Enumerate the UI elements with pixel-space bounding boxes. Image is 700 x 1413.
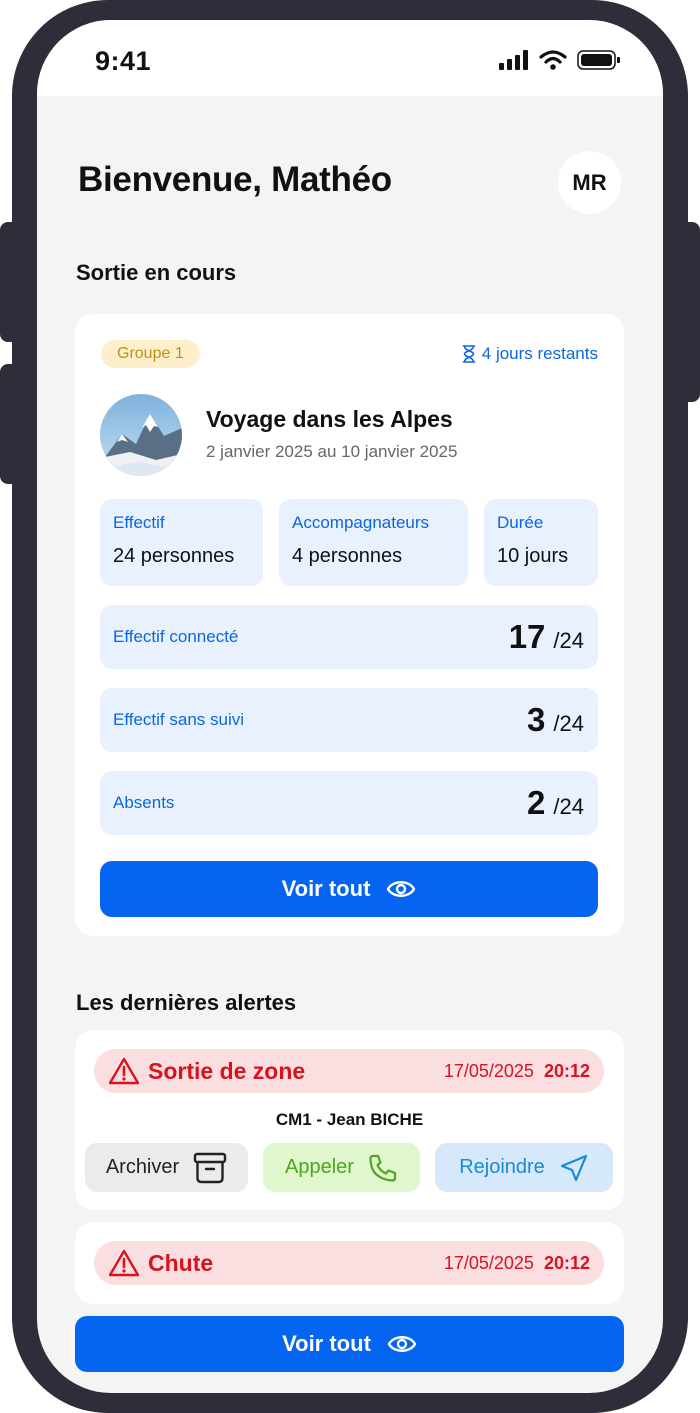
- status-icons: [499, 50, 621, 70]
- wifi-icon: [539, 50, 567, 70]
- alert-card-fall: Chute 17/05/2025 20:12: [75, 1222, 624, 1304]
- info-label: Accompagnateurs: [292, 513, 430, 532]
- alert-type: Sortie de zone: [108, 1057, 305, 1085]
- info-label: Durée: [497, 513, 544, 532]
- trip-see-all-button[interactable]: Voir tout: [100, 861, 598, 917]
- hourglass-icon: [462, 345, 476, 363]
- power-button: [676, 222, 700, 402]
- archive-icon: [193, 1152, 227, 1183]
- stat-label: Effectif sans suivi: [113, 710, 245, 729]
- info-value: 10 jours: [497, 545, 569, 567]
- status-bar: 9:41: [37, 20, 663, 96]
- alert-type-label: Chute: [148, 1249, 214, 1276]
- avatar[interactable]: MR: [558, 151, 621, 214]
- page-title: Bienvenue, Mathéo: [78, 160, 392, 199]
- stat-count: 2 /24: [527, 784, 584, 822]
- alert-time: 20:12: [543, 1060, 590, 1081]
- stat-total: /24: [553, 628, 584, 653]
- alert-person: CM1 - Jean BICHE: [275, 1110, 424, 1129]
- call-label: Appeler: [285, 1156, 354, 1178]
- stat-value: 17: [508, 618, 546, 655]
- cellular-signal-icon: [499, 50, 528, 70]
- archive-button[interactable]: Archiver: [85, 1143, 248, 1192]
- alert-time: 20:12: [543, 1252, 590, 1273]
- info-label: Effectif: [113, 513, 165, 532]
- app-screen: 9:41 Bienvenue, Mathéo MR Sortie en cour…: [37, 20, 663, 1393]
- status-time: 9:41: [95, 46, 152, 76]
- alert-type: Chute: [108, 1249, 213, 1277]
- volume-down-button: [0, 364, 24, 484]
- phone-icon: [369, 1154, 397, 1182]
- info-box-duree: Durée 10 jours: [484, 499, 598, 586]
- days-left: 4 jours restants: [462, 344, 598, 364]
- stat-value: 2: [527, 784, 546, 821]
- eye-icon: [387, 1336, 417, 1352]
- info-value: 24 personnes: [113, 545, 235, 567]
- stat-row-absent: Absents 2 /24: [100, 771, 598, 835]
- alert-banner[interactable]: Chute 17/05/2025 20:12: [94, 1241, 604, 1285]
- eye-icon: [387, 881, 416, 897]
- warning-icon: [108, 1057, 140, 1085]
- alert-timestamp: 17/05/2025 20:12: [444, 1253, 590, 1274]
- volume-up-button: [0, 222, 24, 342]
- info-value: 4 personnes: [292, 545, 403, 567]
- alerts-see-all-button[interactable]: Voir tout: [75, 1316, 624, 1372]
- warning-icon: [108, 1249, 140, 1277]
- trip-name: Voyage dans les Alpes: [206, 406, 453, 432]
- stat-row-untracked: Effectif sans suivi 3 /24: [100, 688, 598, 752]
- archive-label: Archiver: [105, 1156, 180, 1178]
- alert-timestamp: 17/05/2025 20:12: [444, 1061, 590, 1082]
- trip-mountain-image: [100, 394, 182, 476]
- battery-icon: [577, 50, 620, 70]
- info-box-effectif: Effectif 24 personnes: [100, 499, 263, 586]
- stat-count: 17 /24: [509, 618, 584, 656]
- info-box-accompagnateurs: Accompagnateurs 4 personnes: [279, 499, 468, 586]
- stat-row-connected: Effectif connecté 17 /24: [100, 605, 598, 669]
- join-label: Rejoindre: [459, 1156, 545, 1178]
- trip-dates: 2 janvier 2025 au 10 janvier 2025: [206, 442, 458, 461]
- stat-total: /24: [553, 794, 584, 819]
- days-left-label: 4 jours restants: [481, 344, 598, 363]
- alert-card-zone: Sortie de zone 17/05/2025 20:12 CM1 - Je…: [75, 1030, 624, 1210]
- call-button[interactable]: Appeler: [263, 1143, 420, 1192]
- group-badge: Groupe 1: [101, 340, 200, 368]
- navigation-arrow-icon: [560, 1154, 587, 1181]
- alert-date: 17/05/2025: [443, 1060, 534, 1081]
- current-trip-card: Groupe 1 4 jours restants Voyage dans le…: [75, 314, 624, 936]
- stat-count: 3 /24: [527, 701, 584, 739]
- section-title-alerts: Les dernières alertes: [76, 990, 297, 1015]
- alert-banner[interactable]: Sortie de zone 17/05/2025 20:12: [94, 1049, 604, 1093]
- see-all-label: Voir tout: [281, 876, 371, 901]
- see-all-label: Voir tout: [282, 1331, 371, 1356]
- stat-label: Absents: [113, 793, 175, 812]
- section-title-current-trip: Sortie en cours: [76, 260, 237, 285]
- alert-date: 17/05/2025: [443, 1252, 534, 1273]
- alert-type-label: Sortie de zone: [148, 1057, 306, 1084]
- stat-value: 3: [527, 701, 546, 738]
- stat-total: /24: [553, 711, 584, 736]
- join-button[interactable]: Rejoindre: [435, 1143, 613, 1192]
- stat-label: Effectif connecté: [113, 627, 239, 646]
